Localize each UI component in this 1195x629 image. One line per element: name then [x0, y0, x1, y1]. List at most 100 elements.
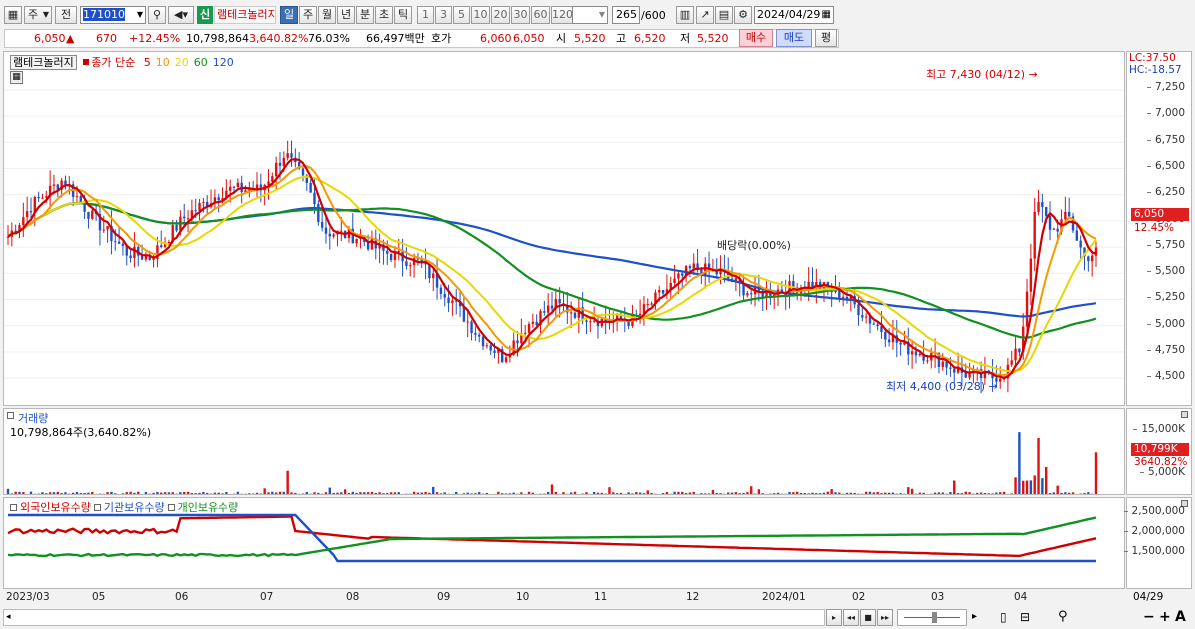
interval-button[interactable]: 20: [491, 6, 510, 24]
candle-body: [75, 196, 79, 198]
gear-icon[interactable]: ⚙: [734, 6, 752, 24]
candle-body: [1010, 360, 1013, 365]
volume-panel[interactable]: 거래량 10,798,864주(3,640.82%): [3, 408, 1125, 495]
zoom-button[interactable]: A: [1175, 609, 1186, 625]
volume-bar: [125, 492, 128, 494]
candle-body: [160, 245, 163, 248]
eval-button[interactable]: 평: [815, 29, 837, 47]
candle-body: [884, 331, 887, 340]
search-icon[interactable]: ⚲: [148, 6, 166, 24]
candle-body: [478, 334, 481, 337]
expand-icon[interactable]: ▯: [1000, 610, 1007, 624]
volume-bar: [776, 492, 780, 494]
scroll-left-icon[interactable]: ◂: [6, 612, 11, 622]
stock-code-input[interactable]: 171010 ▼: [80, 6, 146, 24]
interval-button[interactable]: 10: [471, 6, 490, 24]
volume-bar: [627, 492, 630, 494]
low-price: 5,520: [697, 32, 729, 45]
interval-button[interactable]: 5: [453, 6, 470, 24]
volume-bar: [742, 492, 745, 494]
candle-body: [194, 210, 197, 212]
volume-bar: [455, 491, 458, 494]
volume-bar: [719, 493, 722, 494]
volume-bar: [263, 488, 266, 494]
volume-bar: [868, 491, 872, 494]
volume-bar: [10, 493, 14, 494]
volume-bar: [163, 492, 167, 494]
interval-button[interactable]: 1: [417, 6, 434, 24]
candle-body: [320, 221, 324, 228]
volume-bar: [412, 491, 416, 494]
holding-panel[interactable]: 외국인보유수량 기관보유수량 개인보유수량: [3, 497, 1125, 589]
volume-bar: [1041, 478, 1044, 494]
volume-rate-tag: 3640.82%: [1134, 456, 1188, 468]
zoom-button[interactable]: +: [1159, 609, 1171, 625]
volume-bar: [815, 493, 818, 494]
zoom-slider[interactable]: [897, 609, 967, 626]
period-button[interactable]: 초: [375, 6, 393, 24]
candle-body: [470, 321, 473, 334]
volume-bar: [1037, 437, 1040, 494]
candle-body: [899, 342, 902, 345]
zoom-button[interactable]: −: [1143, 609, 1155, 625]
volume-bar: [424, 491, 427, 494]
candle-body: [102, 229, 105, 231]
ma-line-20: [7, 175, 1097, 373]
candle-body: [1044, 207, 1048, 216]
volume-bar: [137, 491, 140, 494]
volume-bar: [1033, 475, 1036, 494]
date-input[interactable]: 2024/04/29 ▦: [754, 6, 834, 24]
scroll-button[interactable]: ◂◂: [843, 609, 859, 626]
draw-tool-icon[interactable]: ↗: [696, 6, 714, 24]
interval-custom-input[interactable]: ▼: [572, 6, 608, 24]
buy-button[interactable]: 매수: [739, 29, 773, 47]
interval-button[interactable]: 120: [551, 6, 573, 24]
axis-tick-label: 5,500: [1146, 265, 1185, 278]
scroll-button[interactable]: ■: [860, 609, 876, 626]
prev-button[interactable]: 전: [55, 6, 77, 24]
price-chart-panel[interactable]: 램테크놀러지 종가 단순 5 10 20 60 120 ▦ 최고 7,430 (04/1…: [3, 51, 1125, 406]
panel-max-icon[interactable]: [1181, 411, 1188, 418]
interval-button[interactable]: 3: [435, 6, 452, 24]
volume-bar: [439, 493, 443, 494]
volume-bar: [650, 493, 653, 494]
period-button[interactable]: 분: [356, 6, 374, 24]
period-button[interactable]: 일: [280, 6, 298, 24]
zoom-handle[interactable]: [932, 612, 937, 623]
volume-bar: [818, 493, 822, 494]
volume-bar: [48, 492, 52, 494]
type-select[interactable]: 주 ▼: [24, 6, 52, 24]
axis-tick-label: 15,000K: [1133, 423, 1185, 435]
volume-bar: [171, 492, 174, 494]
period-button[interactable]: 년: [337, 6, 355, 24]
period-button[interactable]: 주: [299, 6, 317, 24]
volume-bar: [880, 493, 883, 494]
period-button[interactable]: 월: [318, 6, 336, 24]
volume-bar: [1094, 452, 1098, 494]
volume-bar: [236, 491, 240, 494]
chart-type-icon[interactable]: ▥: [676, 6, 694, 24]
candle-body: [864, 316, 868, 318]
chart-menu-icon[interactable]: ▦: [4, 6, 22, 24]
fit-icon[interactable]: ⊟: [1020, 610, 1030, 624]
candle-body: [585, 320, 588, 322]
volume-bar: [983, 492, 987, 494]
count-input[interactable]: 265: [612, 6, 640, 24]
interval-button[interactable]: 60: [531, 6, 550, 24]
volume-bar: [681, 491, 684, 494]
axis-tick-label: 2,500,000: [1123, 505, 1185, 517]
volume-bar: [340, 492, 343, 494]
candle-body: [121, 243, 125, 246]
scroll-button[interactable]: ▸: [826, 609, 842, 626]
sell-button[interactable]: 매도: [776, 29, 812, 47]
candle-body: [129, 255, 132, 259]
slider-arrow-icon[interactable]: ▸: [972, 611, 977, 622]
chart-scrollbar[interactable]: ◂: [3, 609, 825, 626]
scroll-button[interactable]: ▸▸: [877, 609, 893, 626]
interval-button[interactable]: 30: [511, 6, 530, 24]
period-button[interactable]: 틱: [394, 6, 412, 24]
indicator-icon[interactable]: ▤: [715, 6, 733, 24]
volume-bar: [432, 486, 435, 494]
zoom-search-icon[interactable]: ⚲: [1058, 609, 1068, 624]
speaker-icon[interactable]: ◀▾: [168, 6, 194, 24]
